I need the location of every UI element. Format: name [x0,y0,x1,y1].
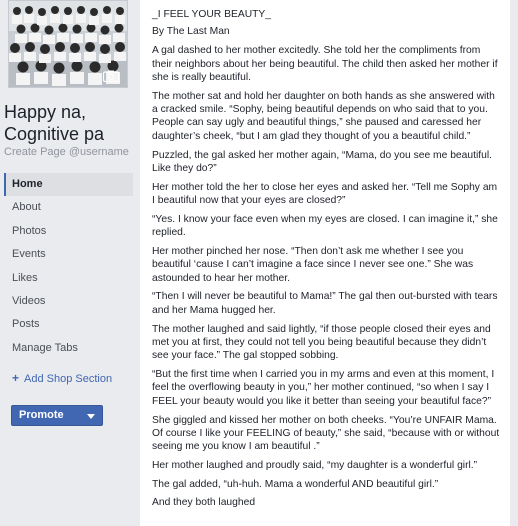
post-paragraph: Her mother laughed and proudly said, “my… [152,460,478,472]
post-title: _I FEEL YOUR BEAUTY_ [152,9,272,20]
post-paragraph: The mother laughed and said lightly, “if… [152,323,491,362]
post-author: By The Last Man [152,26,230,38]
post-paragraph: “But the first time when I carried you i… [152,369,495,407]
page-nav: Home About Photos Events Likes Videos Po… [4,173,133,360]
nav-item-about[interactable]: About [4,196,133,219]
post-paragraph: “Then I will never be beautiful to Mama!… [152,291,498,316]
post-paragraph: A gal dashed to her mother excitedly. Sh… [152,45,498,83]
post-content: _I FEEL YOUR BEAUTY_ By The Last Man A g… [140,0,510,526]
cover-photo[interactable] [8,0,128,88]
post-paragraph: Puzzled, the gal asked her mother again,… [152,149,492,174]
post-paragraph: Her mother pinched her nose. “Then don’t… [152,245,474,284]
post-paragraph: The gal added, “uh-huh. Mama a wonderful… [152,478,439,490]
nav-item-videos[interactable]: Videos [4,290,133,313]
page-sidebar: Happy na, Cognitive pa Create Page @user… [0,0,140,526]
add-shop-section-link[interactable]: + Add Shop Section [12,371,112,385]
promote-button[interactable]: Promote [11,405,103,426]
camera-icon[interactable] [103,70,119,82]
nav-item-photos[interactable]: Photos [4,220,133,243]
nav-item-posts[interactable]: Posts [4,313,133,336]
nav-item-home[interactable]: Home [4,173,133,197]
promote-label: Promote [19,409,64,421]
page-title[interactable]: Happy na, Cognitive pa [4,101,136,145]
post-paragraph: The mother sat and hold her daughter on … [152,90,495,142]
add-shop-section-label: Add Shop Section [24,373,113,385]
caret-down-icon[interactable] [87,414,95,419]
nav-item-manage-tabs[interactable]: Manage Tabs [4,337,133,360]
post-paragraph: Her mother told the her to close her eye… [152,181,498,207]
plus-icon: + [12,371,20,385]
post-paragraph: “Yes. I know your face even when my eyes… [152,213,498,239]
nav-item-likes[interactable]: Likes [4,267,133,290]
create-username-link[interactable]: Create Page @username [4,146,129,158]
post-paragraph: She giggled and kissed her mother on bot… [152,414,500,453]
nav-item-events[interactable]: Events [4,243,133,266]
post-paragraph: And they both laughed [152,497,256,509]
